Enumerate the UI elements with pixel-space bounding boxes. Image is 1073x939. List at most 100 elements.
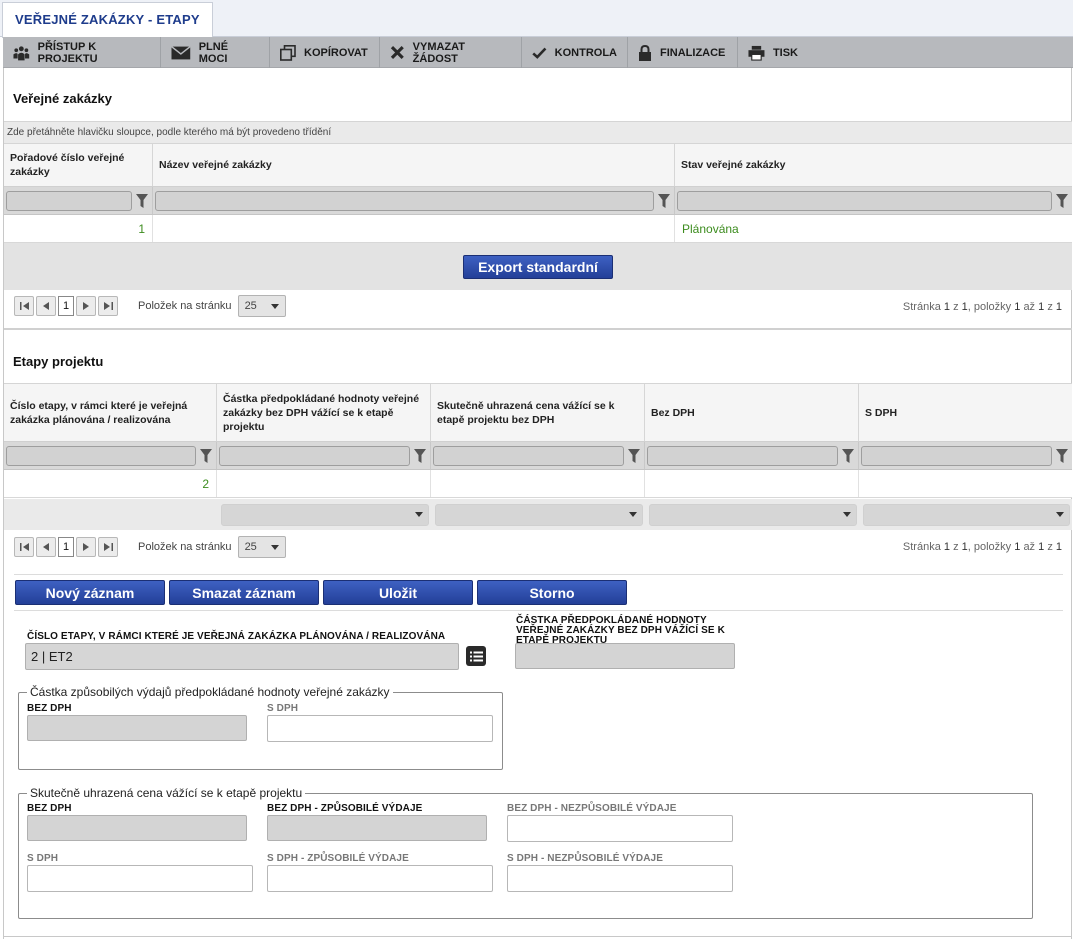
pager-per-page-select[interactable]: 25 [237,536,286,558]
group1-s-dph-field[interactable] [267,715,493,742]
pager-info-of: z [953,301,959,313]
list-picker-icon[interactable] [466,646,486,666]
pager-info-of: z [1047,541,1053,553]
pager-first-icon[interactable] [14,296,34,316]
toolbar-access-button[interactable]: PŘÍSTUP K PROJEKTU [3,37,161,68]
aggregate-select-skutecne[interactable] [435,503,643,526]
pager-info-from: 1 [1014,541,1021,553]
column-header-s-dph[interactable]: S DPH [859,384,1072,441]
g2-s-dph-label: S DPH [27,853,59,864]
pager-next-icon[interactable] [76,296,96,316]
group2-bez-dph-nezp-field[interactable] [507,815,733,842]
pager-info-total: 1 [1055,541,1062,553]
save-button[interactable]: Uložit [323,580,473,605]
chevron-down-icon [270,544,279,550]
filter-input-skutecne[interactable] [433,445,624,466]
toolbar-plne-moci-label: PLNÉ MOCI [198,40,229,65]
group2-s-dph-field[interactable] [27,865,253,892]
group2-s-dph-zp-field[interactable] [267,865,493,892]
column-header-castka[interactable]: Částka předpokládané hodnoty veřejné zak… [217,384,431,441]
cell-bez-dph [645,470,859,497]
zakazky-pager-info: Stránka 1 z 1, položky 1 až 1 z 1 [903,301,1062,313]
pager-info-prefix: Stránka [902,541,941,553]
tab-verejne-zakazky-etapy[interactable]: VEŘEJNÉ ZAKÁZKY - ETAPY [2,2,213,38]
column-header-cislo-etapy[interactable]: Číslo etapy, v rámci které je veřejná za… [4,384,217,441]
column-header-nazev[interactable]: Název veřejné zakázky [153,144,675,186]
filter-input-cislo-etapy[interactable] [6,445,196,466]
table-row[interactable]: 1 Plánována [4,215,1072,243]
filter-funnel-icon[interactable] [134,191,150,211]
filter-input-castka[interactable] [219,445,410,466]
toolbar-delete-request-label: VYMAZAT ŽÁDOST [412,40,466,65]
cell-skutecne [431,470,645,497]
group2-s-dph-nezp-field[interactable] [507,865,733,892]
pager-next-icon[interactable] [76,537,96,557]
pager-info-page: 1 [943,541,951,553]
toolbar-finalize-button[interactable]: FINALIZACE [628,37,738,68]
cislo-etapy-field[interactable]: 2 | ET2 [25,643,459,670]
pager-prev-icon[interactable] [36,296,56,316]
pager-last-icon[interactable] [98,296,118,316]
divider [14,610,1063,611]
toolbar-print-label: TISK [772,46,798,59]
g2-bez-dph-label: BEZ DPH [27,803,72,814]
cell-cislo-etapy: 2 [4,470,217,497]
cell-s-dph [859,470,1072,497]
toolbar-delete-request-button[interactable]: VYMAZAT ŽÁDOST [380,37,522,68]
filter-funnel-icon[interactable] [1054,446,1070,466]
section-title-verejne-zakazky: Veřejné zakázky [13,91,113,106]
column-header-bez-dph[interactable]: Bez DPH [645,384,859,441]
pager-current-page[interactable]: 1 [58,296,74,316]
pager-info-prefix: Stránka [902,301,941,313]
group-drop-hint[interactable]: Zde přetáhněte hlavičku sloupce, podle k… [4,121,1072,144]
pager-first-icon[interactable] [14,537,34,557]
filter-funnel-icon[interactable] [412,446,428,466]
filter-funnel-icon[interactable] [656,191,672,211]
aggregate-select-castka[interactable] [221,503,429,526]
divider [14,574,1063,575]
toolbar-copy-button[interactable]: KOPÍROVAT [270,37,380,68]
chevron-down-icon [415,512,423,517]
s-dph-label: S DPH [267,703,299,714]
zakazky-filter-row [4,187,1072,215]
pager-prev-icon[interactable] [36,537,56,557]
aggregate-select-bez-dph[interactable] [649,503,857,526]
pager-info-to-label: až [1023,541,1036,553]
column-header-stav[interactable]: Stav veřejné zakázky [675,144,1072,186]
etapy-filter-row [4,442,1072,470]
group2-bez-dph-zp-field[interactable] [267,815,487,841]
table-row[interactable]: 2 [4,470,1072,498]
aggregate-select-s-dph[interactable] [863,503,1070,526]
filter-input-s-dph[interactable] [861,445,1052,466]
pager-info-to: 1 [1038,541,1045,553]
pager-per-page-label: Položek na stránku [138,541,232,553]
filter-funnel-icon[interactable] [840,446,856,466]
toolbar-check-button[interactable]: KONTROLA [522,37,628,68]
cell-nazev [153,215,675,242]
group2-bez-dph-field[interactable] [27,815,247,841]
column-header-poradi[interactable]: Pořadové číslo veřejné zakázky [4,144,153,186]
copy-icon [280,44,296,61]
cancel-button[interactable]: Storno [477,580,627,605]
filter-input-bez-dph[interactable] [647,445,838,466]
toolbar-print-button[interactable]: TISK [738,37,808,68]
cross-icon [390,46,404,59]
filter-funnel-icon[interactable] [1054,191,1070,211]
group1-bez-dph-field[interactable] [27,715,247,741]
pager-last-icon[interactable] [98,537,118,557]
toolbar-plne-moci-button[interactable]: PLNÉ MOCI [161,37,270,68]
delete-record-button[interactable]: Smazat záznam [169,580,319,605]
pager-current-page[interactable]: 1 [58,537,74,557]
filter-input-nazev[interactable] [155,190,654,211]
filter-input-stav[interactable] [677,190,1052,211]
filter-funnel-icon[interactable] [198,446,214,466]
export-standard-button[interactable]: Export standardní [463,254,613,279]
g2-s-dph-zp-label: S DPH - ZPŮSOBILÉ VÝDAJE [267,853,409,864]
filter-funnel-icon[interactable] [626,446,642,466]
new-record-button[interactable]: Nový záznam [15,580,165,605]
castka-field[interactable] [515,643,735,669]
pager-per-page-select[interactable]: 25 [237,295,286,317]
pager-per-page-value: 25 [244,300,257,312]
filter-input-poradi[interactable] [6,190,132,211]
column-header-skutecne[interactable]: Skutečně uhrazená cena vážící se k etapě… [431,384,645,441]
